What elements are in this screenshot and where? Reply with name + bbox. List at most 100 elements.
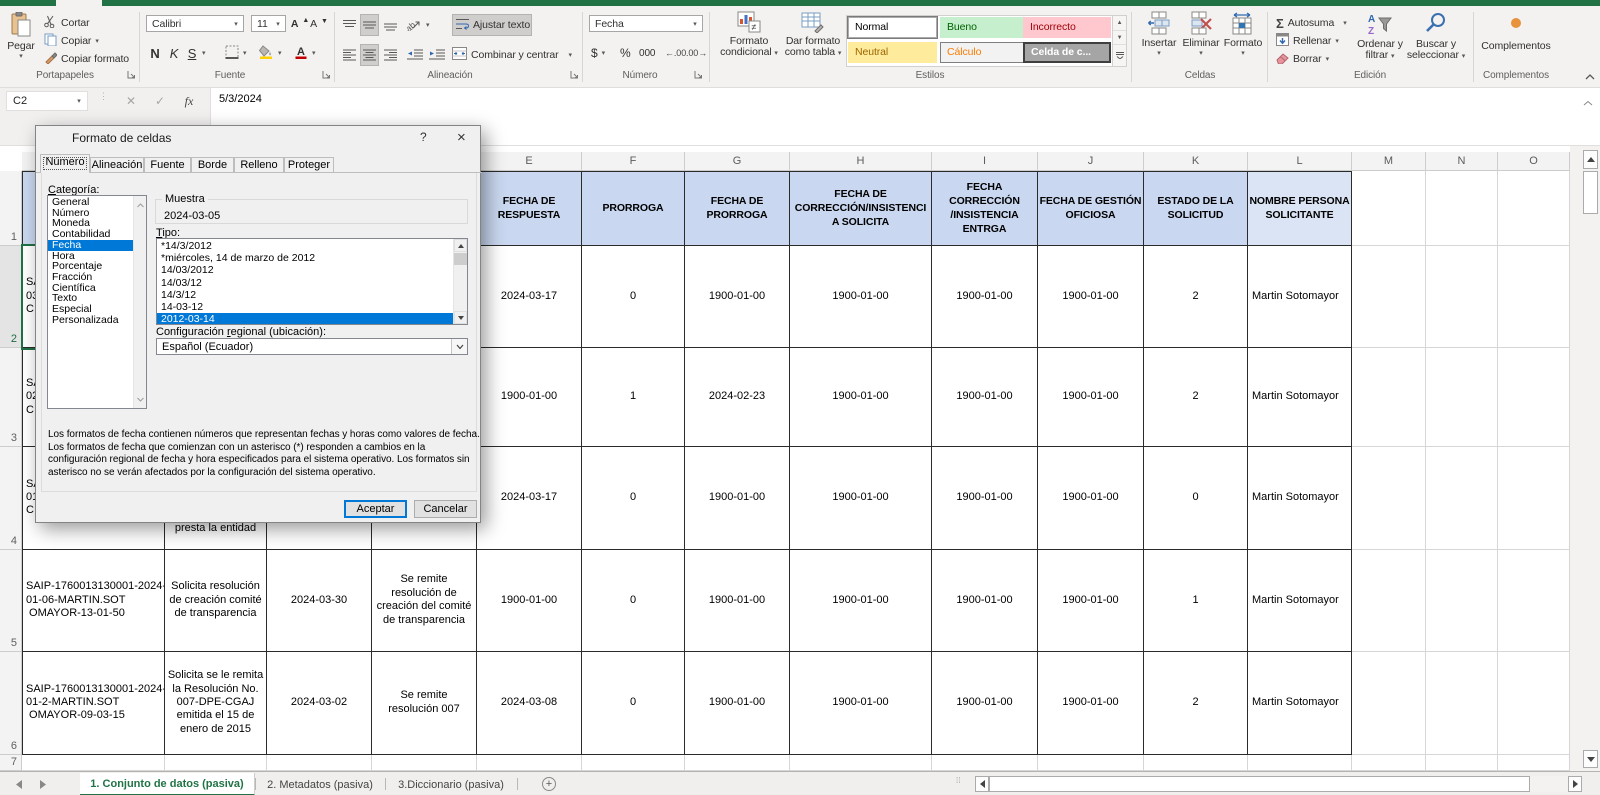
- cell-B6[interactable]: Solicita se le remitala Resolución No.00…: [165, 652, 267, 755]
- comma-style-button[interactable]: 000: [639, 44, 655, 62]
- category-item-11[interactable]: Personalizada: [48, 315, 134, 326]
- cell-N3[interactable]: [1426, 348, 1498, 447]
- cell-C6[interactable]: 2024-03-02: [267, 652, 372, 755]
- fill-color-button[interactable]: ▾: [259, 44, 281, 62]
- cell-G7[interactable]: [685, 755, 790, 772]
- autosum-button[interactable]: Σ Autosuma ▾: [1276, 14, 1347, 32]
- vertical-scrollbar[interactable]: [1570, 146, 1600, 771]
- cell-I6[interactable]: 1900-01-00: [932, 652, 1038, 755]
- cell-G5[interactable]: 1900-01-00: [685, 550, 790, 653]
- font-name-combo[interactable]: Calibri ▾: [146, 15, 244, 32]
- scroll-up-button[interactable]: [1583, 150, 1598, 169]
- cell-O3[interactable]: [1498, 348, 1570, 447]
- scroll-down-button[interactable]: [1583, 750, 1598, 768]
- hscroll-left-button[interactable]: [975, 776, 989, 792]
- dialog-launcher-alignment[interactable]: [570, 70, 580, 80]
- cell-O5[interactable]: [1498, 550, 1570, 653]
- cell-M7[interactable]: [1352, 755, 1426, 772]
- type-scroll-up[interactable]: [454, 239, 467, 252]
- cell-I5[interactable]: 1900-01-00: [932, 550, 1038, 653]
- tab-scroll-handle[interactable]: ⁞⁞: [956, 778, 964, 790]
- tab-relleno[interactable]: Relleno: [234, 157, 284, 173]
- wrap-text-button[interactable]: Ajustar texto: [452, 14, 532, 36]
- cell-I2[interactable]: 1900-01-00: [932, 246, 1038, 349]
- cell-E4[interactable]: 2024-03-17: [477, 447, 582, 550]
- cut-button[interactable]: Cortar: [44, 14, 90, 32]
- cell-A5[interactable]: SAIP-1760013130001-2024-01-06-MARTIN.SOT…: [22, 550, 165, 653]
- type-item-3[interactable]: 14/03/12: [157, 277, 454, 289]
- type-scroll-down[interactable]: [454, 311, 467, 324]
- clear-button[interactable]: Borrar ▾: [1276, 50, 1329, 68]
- row-header-3[interactable]: 3: [0, 348, 22, 447]
- cell-L1[interactable]: NOMBRE PERSONASOLICITANTE: [1248, 171, 1352, 246]
- row-header-2[interactable]: 2: [0, 246, 22, 349]
- style-tile-4[interactable]: Neutral: [848, 42, 937, 63]
- style-tile-5[interactable]: Cálculo: [940, 42, 1029, 63]
- cell-E7[interactable]: [477, 755, 582, 772]
- cell-G2[interactable]: 1900-01-00: [685, 246, 790, 349]
- column-header-J[interactable]: J: [1038, 152, 1144, 171]
- row-header-4[interactable]: 4: [0, 447, 22, 550]
- column-header-E[interactable]: E: [477, 152, 582, 171]
- cell-F1[interactable]: PRORROGA: [582, 171, 685, 246]
- sheet-nav-right[interactable]: [40, 780, 48, 789]
- number-format-combo[interactable]: Fecha ▾: [589, 15, 703, 32]
- fill-button[interactable]: Rellenar ▾: [1276, 32, 1339, 50]
- tab-borde[interactable]: Borde: [191, 157, 234, 173]
- horizontal-scroll-thumb[interactable]: [989, 776, 1530, 792]
- cell-F5[interactable]: 0: [582, 550, 685, 653]
- sheet-tab-2[interactable]: 2. Metadatos (pasiva): [255, 773, 385, 795]
- paste-button[interactable]: Pegar ▾: [4, 10, 38, 66]
- cell-F2[interactable]: 0: [582, 246, 685, 349]
- align-bottom-button[interactable]: [382, 16, 398, 34]
- cell-E6[interactable]: 2024-03-08: [477, 652, 582, 755]
- decrease-decimal-button[interactable]: .00→: [686, 44, 707, 62]
- cell-K6[interactable]: 2: [1144, 652, 1248, 755]
- cell-K7[interactable]: [1144, 755, 1248, 772]
- row-header-5[interactable]: 5: [0, 550, 22, 653]
- gallery-more-button[interactable]: [1113, 44, 1126, 66]
- style-tile-3[interactable]: Incorrecto: [1023, 17, 1111, 38]
- category-listbox[interactable]: GeneralNúmeroMonedaContabilidadFechaHora…: [47, 195, 147, 409]
- align-center-button[interactable]: [360, 44, 379, 66]
- dialog-launcher-clipboard[interactable]: [127, 70, 137, 80]
- cell-H2[interactable]: 1900-01-00: [790, 246, 932, 349]
- cell-O7[interactable]: [1498, 755, 1570, 772]
- percent-button[interactable]: %: [620, 44, 631, 62]
- cell-M3[interactable]: [1352, 348, 1426, 447]
- cell-H3[interactable]: 1900-01-00: [790, 348, 932, 447]
- cell-M4[interactable]: [1352, 447, 1426, 550]
- cell-O4[interactable]: [1498, 447, 1570, 550]
- cell-D7[interactable]: [372, 755, 477, 772]
- cell-M6[interactable]: [1352, 652, 1426, 755]
- cell-F7[interactable]: [582, 755, 685, 772]
- cell-G4[interactable]: 1900-01-00: [685, 447, 790, 550]
- cell-C5[interactable]: 2024-03-30: [267, 550, 372, 653]
- cell-K5[interactable]: 1: [1144, 550, 1248, 653]
- cell-E2[interactable]: 2024-03-17: [477, 246, 582, 349]
- column-header-O[interactable]: O: [1498, 152, 1570, 171]
- type-item-0[interactable]: *14/3/2012: [157, 240, 454, 252]
- column-header-N[interactable]: N: [1426, 152, 1498, 171]
- cell-K2[interactable]: 2: [1144, 246, 1248, 349]
- cell-E3[interactable]: 1900-01-00: [477, 348, 582, 447]
- cell-G6[interactable]: 1900-01-00: [685, 652, 790, 755]
- cell-N6[interactable]: [1426, 652, 1498, 755]
- cell-O1[interactable]: [1498, 171, 1570, 246]
- combo-dropdown-button[interactable]: [451, 339, 467, 354]
- cell-B7[interactable]: [165, 755, 267, 772]
- align-middle-button[interactable]: [360, 14, 379, 36]
- shrink-font-button[interactable]: A▼: [311, 15, 327, 33]
- cell-J1[interactable]: FECHA DE GESTIÓNOFICIOSA: [1038, 171, 1144, 246]
- cell-K4[interactable]: 0: [1144, 447, 1248, 550]
- cell-O6[interactable]: [1498, 652, 1570, 755]
- type-item-5[interactable]: 14-03-12: [157, 301, 454, 313]
- type-item-6[interactable]: 2012-03-14: [157, 313, 454, 325]
- cell-O2[interactable]: [1498, 246, 1570, 349]
- cell-H6[interactable]: 1900-01-00: [790, 652, 932, 755]
- cell-L5[interactable]: Martin Sotomayor: [1248, 550, 1352, 653]
- dialog-launcher-number[interactable]: [694, 70, 704, 80]
- type-scroll-thumb[interactable]: [454, 253, 467, 265]
- category-scrollbar[interactable]: [133, 196, 146, 408]
- cell-J6[interactable]: 1900-01-00: [1038, 652, 1144, 755]
